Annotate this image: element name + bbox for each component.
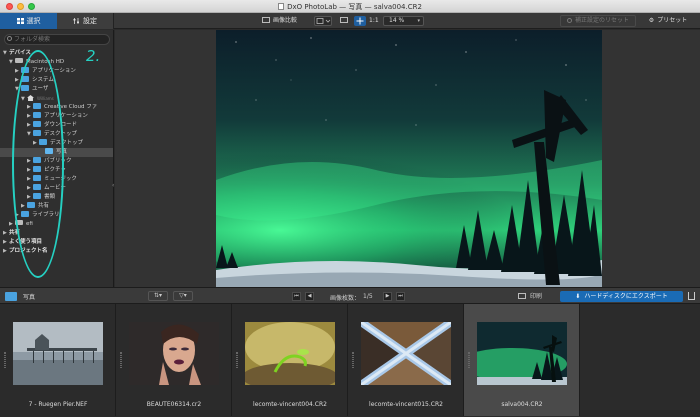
hand-tool-button[interactable] bbox=[354, 16, 366, 26]
print-label: 印刷 bbox=[530, 293, 543, 300]
folder-search-placeholder: フォルダ検索 bbox=[14, 36, 51, 43]
filter-icon: ▽▾ bbox=[179, 292, 187, 299]
thumbnail-filename: BEAUTE06314.cr2 bbox=[146, 401, 202, 408]
thumbnail-filename: 7 - Ruegen Pier.NEF bbox=[28, 401, 88, 408]
image-viewer: ‹ bbox=[112, 30, 700, 287]
annotation-ellipse bbox=[12, 50, 64, 278]
previous-icon: ◀ bbox=[307, 293, 312, 299]
export-to-disk-button[interactable]: ⬇ ハードディスクにエクスポート bbox=[560, 291, 683, 302]
one-to-one-label: 1:1 bbox=[369, 17, 379, 24]
fit-screen-button[interactable] bbox=[340, 16, 350, 26]
previous-image-button[interactable]: ◀ bbox=[305, 292, 314, 301]
window-titlebar: DxO PhotoLab — 写真 — salva004.CR2 bbox=[0, 0, 700, 13]
filmstrip-toolbar: 写真 ⇅▾ ▽▾ ⏮ ◀ 画像枚数： 1/5 ▶ ⏭ 印刷 ⬇ ハードディスクにエ… bbox=[0, 287, 700, 304]
tab-select[interactable]: 選択 bbox=[0, 13, 57, 29]
drag-grip-icon bbox=[120, 352, 122, 368]
chevron-down-icon: ▾ bbox=[417, 18, 420, 24]
panel-splitter-arrow[interactable]: ‹ bbox=[112, 182, 114, 189]
sidebar-section[interactable]: ▶ プロジェクト名 bbox=[0, 247, 113, 256]
tab-settings-label: 設定 bbox=[83, 17, 97, 25]
preset-sliders-icon: ⚙ bbox=[648, 17, 655, 24]
reset-label: 補正設定のリセット bbox=[574, 17, 629, 24]
folder-icon bbox=[5, 292, 17, 301]
export-icon: ⬇ bbox=[575, 293, 581, 300]
reset-icon bbox=[566, 18, 572, 23]
thumbnail-filename: lecomte-vincent004.CR2 bbox=[253, 401, 327, 408]
export-label: ハードディスクにエクスポート bbox=[584, 293, 668, 300]
first-icon: ⏮ bbox=[294, 293, 299, 299]
tab-select-label: 選択 bbox=[26, 17, 41, 25]
fit-screen-icon bbox=[340, 17, 348, 23]
filter-button[interactable]: ▽▾ bbox=[173, 291, 193, 301]
drive-icon bbox=[15, 58, 23, 63]
drag-grip-icon bbox=[352, 352, 354, 368]
main-photo bbox=[126, 30, 602, 287]
tab-settings[interactable]: 設定 bbox=[57, 13, 114, 29]
share-icon[interactable] bbox=[688, 292, 695, 300]
filmstrip: 7 - Ruegen Pier.NEF BEAUTE06314.cr2 leco… bbox=[0, 304, 700, 417]
thumbnail-image bbox=[13, 322, 103, 385]
thumbnail-filename: lecomte-vincent015.CR2 bbox=[369, 401, 443, 408]
sliders-icon bbox=[73, 14, 80, 24]
thumbnail-filename: salva004.CR2 bbox=[501, 401, 543, 408]
next-image-button[interactable]: ▶ bbox=[383, 292, 392, 301]
print-button[interactable]: 印刷 bbox=[518, 291, 554, 302]
annotation-number: 2. bbox=[86, 47, 101, 65]
preset-button[interactable]: ⚙ プリセット bbox=[640, 15, 696, 27]
aurora-photo bbox=[126, 30, 602, 287]
grid-icon bbox=[16, 14, 24, 24]
thumbnail-item[interactable]: 7 - Ruegen Pier.NEF bbox=[0, 304, 116, 416]
folder-tree-label: デバイス bbox=[9, 50, 31, 56]
folder-search-input[interactable]: フォルダ検索 bbox=[4, 34, 110, 45]
thumbnail-image bbox=[245, 322, 335, 385]
first-image-button[interactable]: ⏮ bbox=[292, 292, 301, 301]
view-mode-dropdown[interactable] bbox=[314, 16, 332, 26]
compare-icon bbox=[262, 17, 270, 23]
compare-button[interactable]: 画像比較 bbox=[262, 16, 297, 26]
drag-grip-icon bbox=[4, 352, 6, 368]
thumbnail-item[interactable]: BEAUTE06314.cr2 bbox=[116, 304, 232, 416]
sort-button[interactable]: ⇅▾ bbox=[148, 291, 168, 301]
thumbnail-image bbox=[477, 322, 567, 385]
thumbnail-item[interactable]: lecomte-vincent015.CR2 bbox=[348, 304, 464, 416]
last-icon: ⏭ bbox=[398, 293, 403, 299]
zoom-select[interactable]: 14 % ▾ bbox=[383, 16, 424, 26]
window-title: DxO PhotoLab — 写真 — salva004.CR2 bbox=[0, 2, 700, 12]
current-folder-name: 写真 bbox=[23, 294, 36, 301]
search-icon bbox=[7, 36, 12, 41]
compare-label: 画像比較 bbox=[273, 17, 298, 24]
document-icon bbox=[278, 3, 285, 10]
folder-tree-item[interactable]: ▶ アプリケーション bbox=[0, 67, 113, 76]
preset-label: プリセット bbox=[657, 17, 688, 24]
drag-grip-icon bbox=[236, 352, 238, 368]
image-count-value: 1/5 bbox=[363, 293, 373, 300]
thumbnail-item-selected[interactable]: salva004.CR2 bbox=[464, 304, 580, 416]
image-count-label: 画像枚数： bbox=[330, 295, 361, 302]
reset-corrections-button[interactable]: 補正設定のリセット bbox=[560, 15, 636, 27]
main-toolbar: 選択 設定 画像比較 1:1 14 % ▾ 補正設定のリセット ⚙ プリセット bbox=[0, 13, 700, 29]
drag-grip-icon bbox=[468, 352, 470, 368]
thumbnail-image bbox=[361, 322, 451, 385]
printer-icon bbox=[518, 293, 526, 299]
zoom-value: 14 % bbox=[389, 17, 405, 24]
thumbnail-image bbox=[129, 322, 219, 385]
sort-icon: ⇅▾ bbox=[153, 292, 163, 299]
one-to-one-button[interactable]: 1:1 bbox=[369, 16, 379, 26]
next-icon: ▶ bbox=[385, 293, 390, 299]
last-image-button[interactable]: ⏭ bbox=[396, 292, 405, 301]
window-title-text: DxO PhotoLab — 写真 — salva004.CR2 bbox=[287, 3, 422, 11]
thumbnail-item[interactable]: lecomte-vincent004.CR2 bbox=[232, 304, 348, 416]
